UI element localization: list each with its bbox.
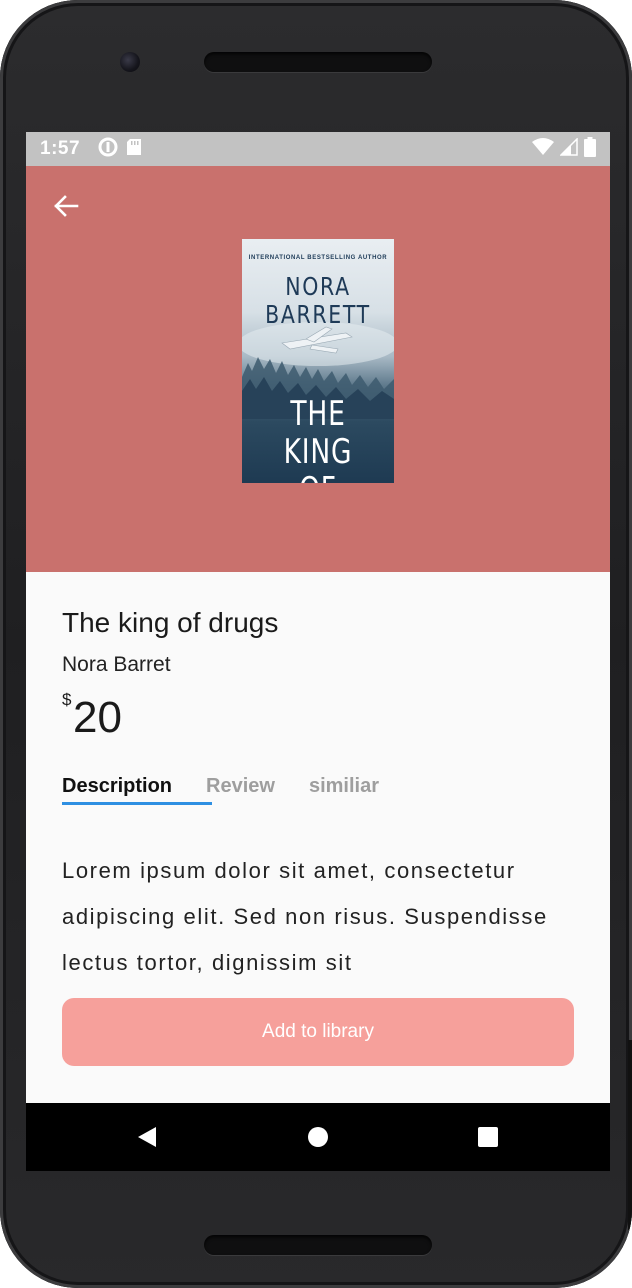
bottom-speaker [204, 1235, 432, 1255]
book-author: Nora Barret [62, 653, 171, 676]
price-value: 20 [73, 693, 122, 742]
recents-square-icon[interactable] [476, 1125, 500, 1149]
front-camera [120, 52, 140, 72]
cover-title: THE KING OF DRUGS [259, 395, 378, 483]
cover-title-line1: THE KING [283, 394, 353, 472]
battery-icon [584, 136, 596, 162]
cover-tagline: INTERNATIONAL BESTSELLING AUTHOR [248, 255, 388, 261]
earpiece-speaker [204, 52, 432, 72]
book-title: The king of drugs [62, 607, 279, 638]
status-bar: 1:57 [26, 132, 610, 166]
tab-similiar[interactable]: similiar [309, 775, 379, 798]
sd-card-icon [126, 138, 142, 161]
price-currency: $ [62, 690, 72, 709]
back-button[interactable] [48, 188, 84, 224]
system-nav-bar [26, 1103, 610, 1171]
book-details: The king of drugs Nora Barret $ 20 Descr… [26, 572, 610, 1103]
tab-description[interactable]: Description [62, 775, 172, 798]
add-to-library-button[interactable]: Add to library [62, 998, 574, 1066]
data-saver-icon [98, 137, 118, 162]
side-button [628, 1040, 632, 1230]
cover-author-line2: BARRETT [265, 300, 371, 329]
cover-author-line1: NORA [285, 272, 351, 301]
back-triangle-icon[interactable] [136, 1125, 160, 1149]
wifi-icon [532, 137, 554, 161]
cover-author: NORA BARRETT [256, 273, 381, 329]
book-hero: INTERNATIONAL BESTSELLING AUTHOR NORA BA… [26, 166, 610, 572]
active-tab-indicator [62, 802, 212, 805]
screen: 1:57 INTERNATIONAL BESTSELLING AUTHOR NO… [26, 132, 610, 1171]
status-time: 1:57 [40, 138, 81, 159]
arrow-left-icon [54, 195, 79, 217]
cover-title-line2: OF DRUGS [259, 471, 378, 483]
description-text: Lorem ipsum dolor sit amet, consectetur … [62, 858, 548, 975]
tab-review[interactable]: Review [206, 775, 275, 798]
signal-icon [559, 136, 578, 161]
home-circle-icon[interactable] [306, 1125, 330, 1149]
phone-frame: 1:57 INTERNATIONAL BESTSELLING AUTHOR NO… [0, 0, 632, 1288]
book-cover: INTERNATIONAL BESTSELLING AUTHOR NORA BA… [242, 239, 394, 483]
